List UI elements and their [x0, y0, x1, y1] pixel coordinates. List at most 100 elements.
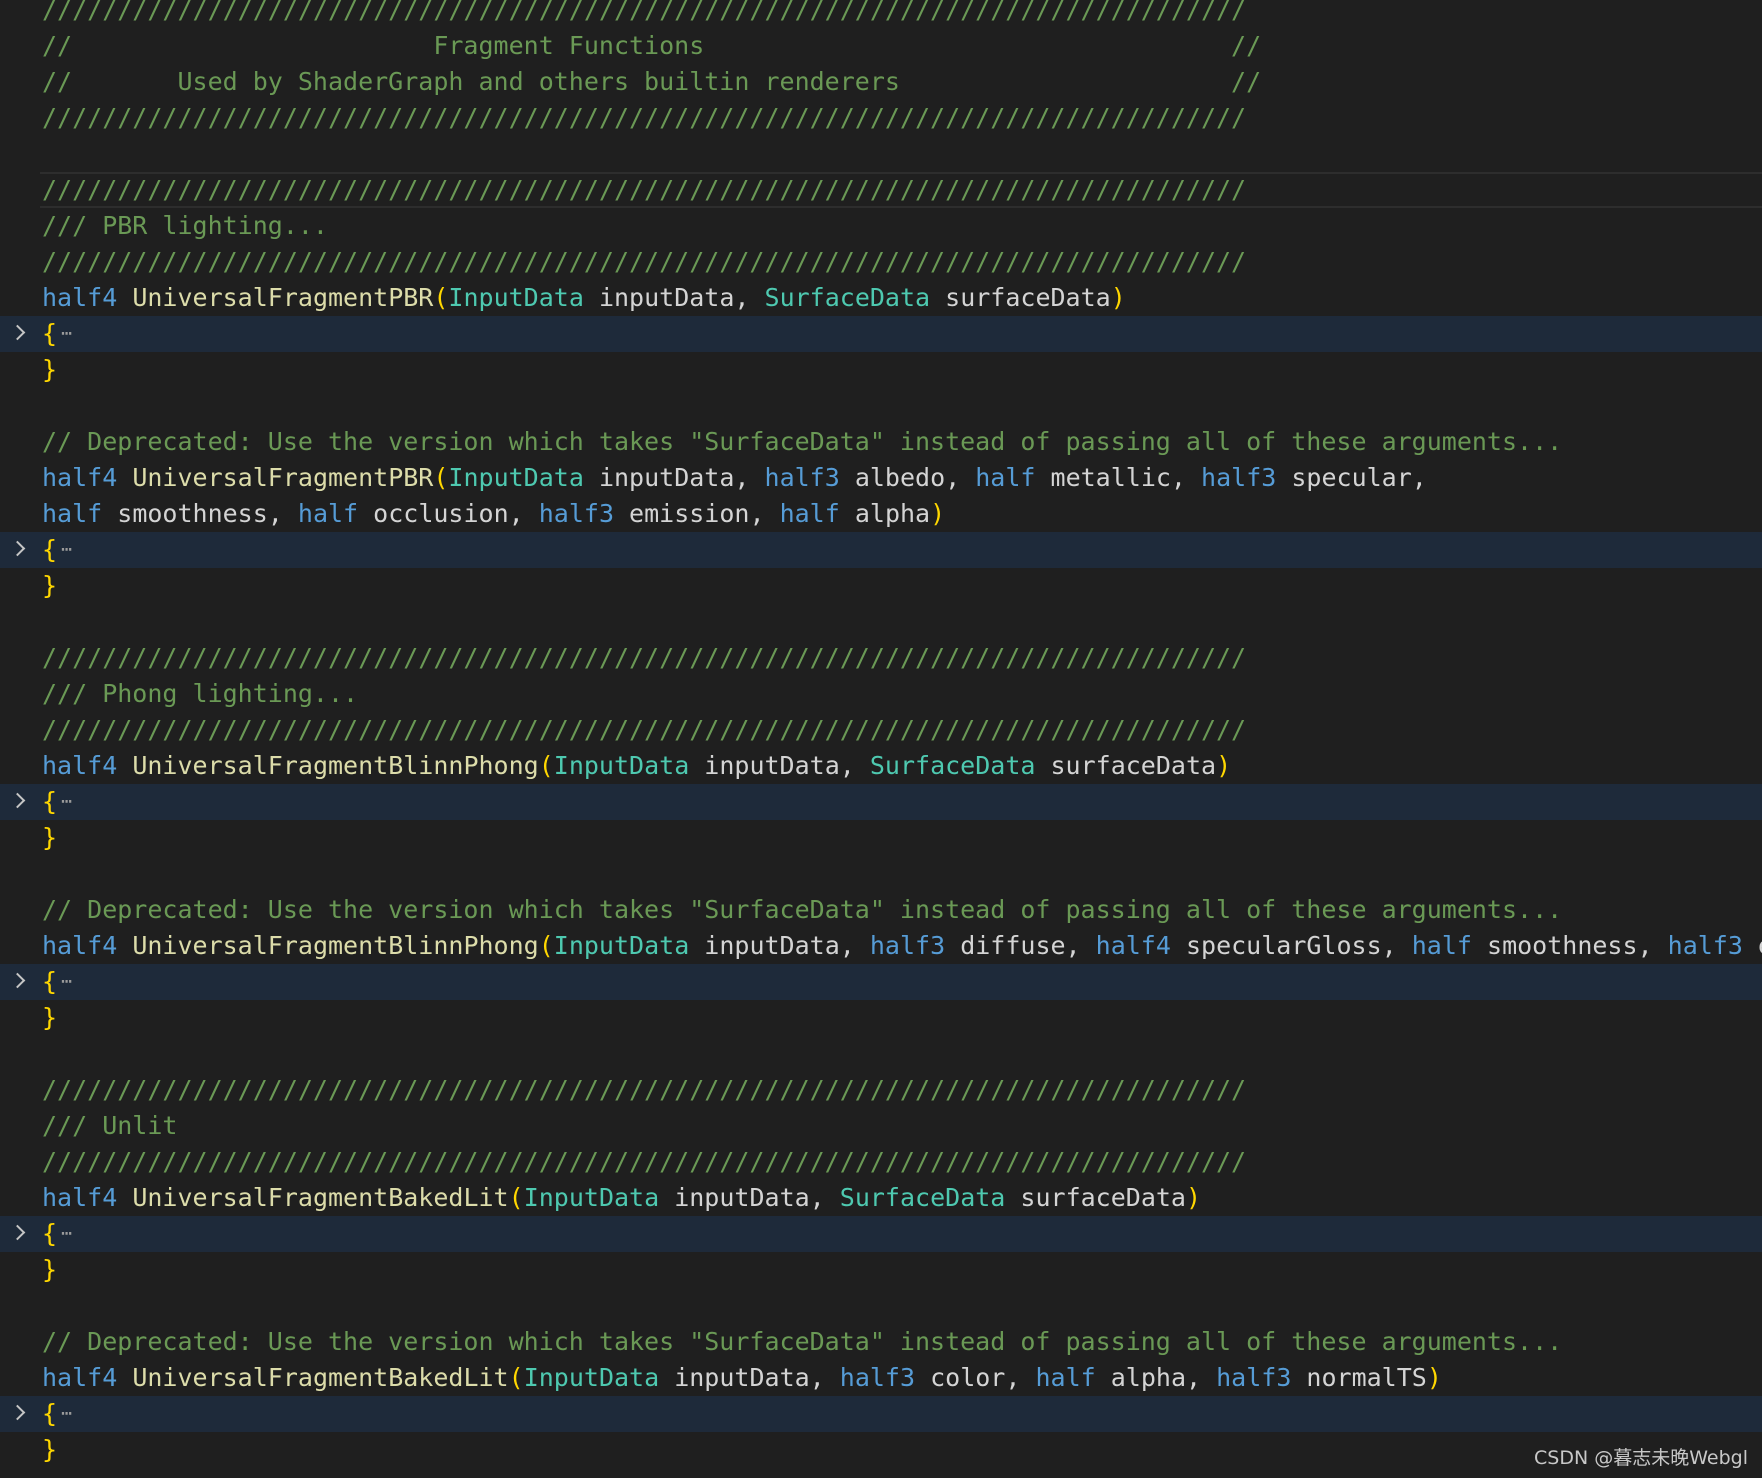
folded-code-line[interactable]: {⋯ — [0, 1216, 1762, 1252]
folded-code-line[interactable]: {⋯ — [0, 784, 1762, 820]
code-line[interactable]: half4 UniversalFragmentBlinnPhong(InputD… — [0, 928, 1762, 964]
code-token: // Fragment Functions // — [42, 31, 1262, 60]
code-line[interactable]: ////////////////////////////////////////… — [0, 640, 1762, 676]
code-token: // Deprecated: Use the version which tak… — [42, 895, 1563, 924]
code-line[interactable]: // Deprecated: Use the version which tak… — [0, 892, 1762, 928]
folded-code-line[interactable]: {⋯ — [0, 964, 1762, 1000]
code-token: ( — [538, 751, 554, 780]
code-line[interactable]: /// Unlit — [0, 1108, 1762, 1144]
line-gutter — [0, 172, 40, 208]
code-token: ( — [508, 1183, 524, 1212]
line-content: half4 UniversalFragmentPBR(InputData inp… — [42, 280, 1126, 316]
folded-code-line[interactable]: {⋯ — [0, 316, 1762, 352]
line-gutter — [0, 964, 40, 1000]
code-token: specular, — [1276, 463, 1427, 492]
line-content: ////////////////////////////////////////… — [42, 172, 1246, 208]
chevron-right-icon[interactable] — [9, 792, 26, 809]
code-line[interactable]: half4 UniversalFragmentPBR(InputData inp… — [0, 280, 1762, 316]
code-token: inputData, — [659, 1183, 840, 1212]
code-line[interactable] — [0, 388, 1762, 424]
line-content: half smoothness, half occlusion, half3 e… — [42, 496, 945, 532]
code-token: half3 — [764, 463, 840, 492]
line-content: ////////////////////////////////////////… — [42, 244, 1246, 280]
code-line[interactable]: ////////////////////////////////////////… — [0, 0, 1762, 28]
code-token: UniversalFragmentPBR — [132, 463, 434, 492]
code-line[interactable]: } — [0, 352, 1762, 388]
code-editor[interactable]: ////////////////////////////////////////… — [0, 0, 1762, 1468]
chevron-right-icon[interactable] — [9, 324, 26, 341]
code-line[interactable]: // Used by ShaderGraph and others builti… — [0, 64, 1762, 100]
code-line[interactable]: } — [0, 1252, 1762, 1288]
code-token: half4 — [42, 751, 118, 780]
chevron-right-icon[interactable] — [9, 1404, 26, 1421]
code-line[interactable]: } — [0, 820, 1762, 856]
code-line[interactable] — [0, 136, 1762, 172]
code-token: InputData — [553, 751, 690, 780]
line-content: } — [42, 1432, 57, 1468]
line-gutter — [0, 532, 40, 568]
code-line[interactable]: } — [0, 1432, 1762, 1468]
fold-ellipsis-icon[interactable]: ⋯ — [61, 1403, 72, 1424]
code-line[interactable]: // Deprecated: Use the version which tak… — [0, 1324, 1762, 1360]
fold-ellipsis-icon[interactable]: ⋯ — [61, 539, 72, 560]
code-line[interactable]: ////////////////////////////////////////… — [0, 1072, 1762, 1108]
code-line[interactable]: ////////////////////////////////////////… — [0, 712, 1762, 748]
code-line[interactable]: half smoothness, half occlusion, half3 e… — [0, 496, 1762, 532]
code-token: SurfaceData — [764, 283, 931, 312]
code-line[interactable]: // Fragment Functions // — [0, 28, 1762, 64]
line-gutter — [0, 820, 40, 856]
fold-ellipsis-icon[interactable]: ⋯ — [61, 971, 72, 992]
code-token: smoothness, — [102, 499, 298, 528]
line-content: /// Unlit — [42, 1108, 177, 1144]
code-token: half — [1411, 931, 1472, 960]
code-line[interactable]: } — [0, 1000, 1762, 1036]
code-line[interactable]: half4 UniversalFragmentBakedLit(InputDat… — [0, 1360, 1762, 1396]
fold-ellipsis-icon[interactable]: ⋯ — [61, 791, 72, 812]
code-line[interactable]: ////////////////////////////////////////… — [0, 172, 1762, 208]
line-content: // Deprecated: Use the version which tak… — [42, 1324, 1562, 1360]
code-line[interactable] — [0, 856, 1762, 892]
folded-code-line[interactable]: {⋯ — [0, 532, 1762, 568]
code-line[interactable] — [0, 1036, 1762, 1072]
code-line[interactable]: half4 UniversalFragmentBakedLit(InputDat… — [0, 1180, 1762, 1216]
code-line[interactable] — [0, 604, 1762, 640]
code-token: // Used by ShaderGraph and others builti… — [42, 67, 1262, 96]
line-gutter — [0, 676, 40, 712]
code-line[interactable]: half4 UniversalFragmentBlinnPhong(InputD… — [0, 748, 1762, 784]
code-line[interactable]: /// Phong lighting... — [0, 676, 1762, 712]
code-line[interactable]: ////////////////////////////////////////… — [0, 100, 1762, 136]
code-line[interactable]: /// PBR lighting... — [0, 208, 1762, 244]
code-token: InputData — [523, 1183, 660, 1212]
code-token: UniversalFragmentBlinnPhong — [132, 931, 539, 960]
code-token: emiss — [1743, 931, 1762, 960]
fold-ellipsis-icon[interactable]: ⋯ — [61, 323, 72, 344]
code-token: UniversalFragmentBakedLit — [132, 1363, 509, 1392]
code-token: inputData, — [689, 751, 870, 780]
chevron-right-icon[interactable] — [9, 1224, 26, 1241]
code-token: half4 — [42, 1183, 118, 1212]
code-token: ////////////////////////////////////////… — [42, 1075, 1247, 1104]
folded-code-line[interactable]: {⋯ — [0, 1396, 1762, 1432]
code-token: { — [42, 1399, 58, 1428]
chevron-right-icon[interactable] — [9, 972, 26, 989]
line-gutter — [0, 1180, 40, 1216]
code-line[interactable]: } — [0, 568, 1762, 604]
code-line[interactable] — [0, 1288, 1762, 1324]
code-token: InputData — [448, 283, 584, 312]
line-gutter — [0, 1396, 40, 1432]
code-token: emission, — [614, 499, 780, 528]
line-gutter — [0, 1036, 40, 1072]
code-line[interactable]: ////////////////////////////////////////… — [0, 1144, 1762, 1180]
line-content: ////////////////////////////////////////… — [42, 0, 1246, 28]
chevron-right-icon[interactable] — [9, 540, 26, 557]
code-line[interactable]: // Deprecated: Use the version which tak… — [0, 424, 1762, 460]
code-token: ( — [538, 931, 554, 960]
code-token: half — [297, 499, 359, 528]
fold-ellipsis-icon[interactable]: ⋯ — [61, 1223, 72, 1244]
line-gutter — [0, 0, 40, 28]
code-token: inputData, — [689, 931, 870, 960]
code-token: half4 — [42, 463, 118, 492]
code-line[interactable]: ////////////////////////////////////////… — [0, 244, 1762, 280]
code-line[interactable]: half4 UniversalFragmentPBR(InputData inp… — [0, 460, 1762, 496]
